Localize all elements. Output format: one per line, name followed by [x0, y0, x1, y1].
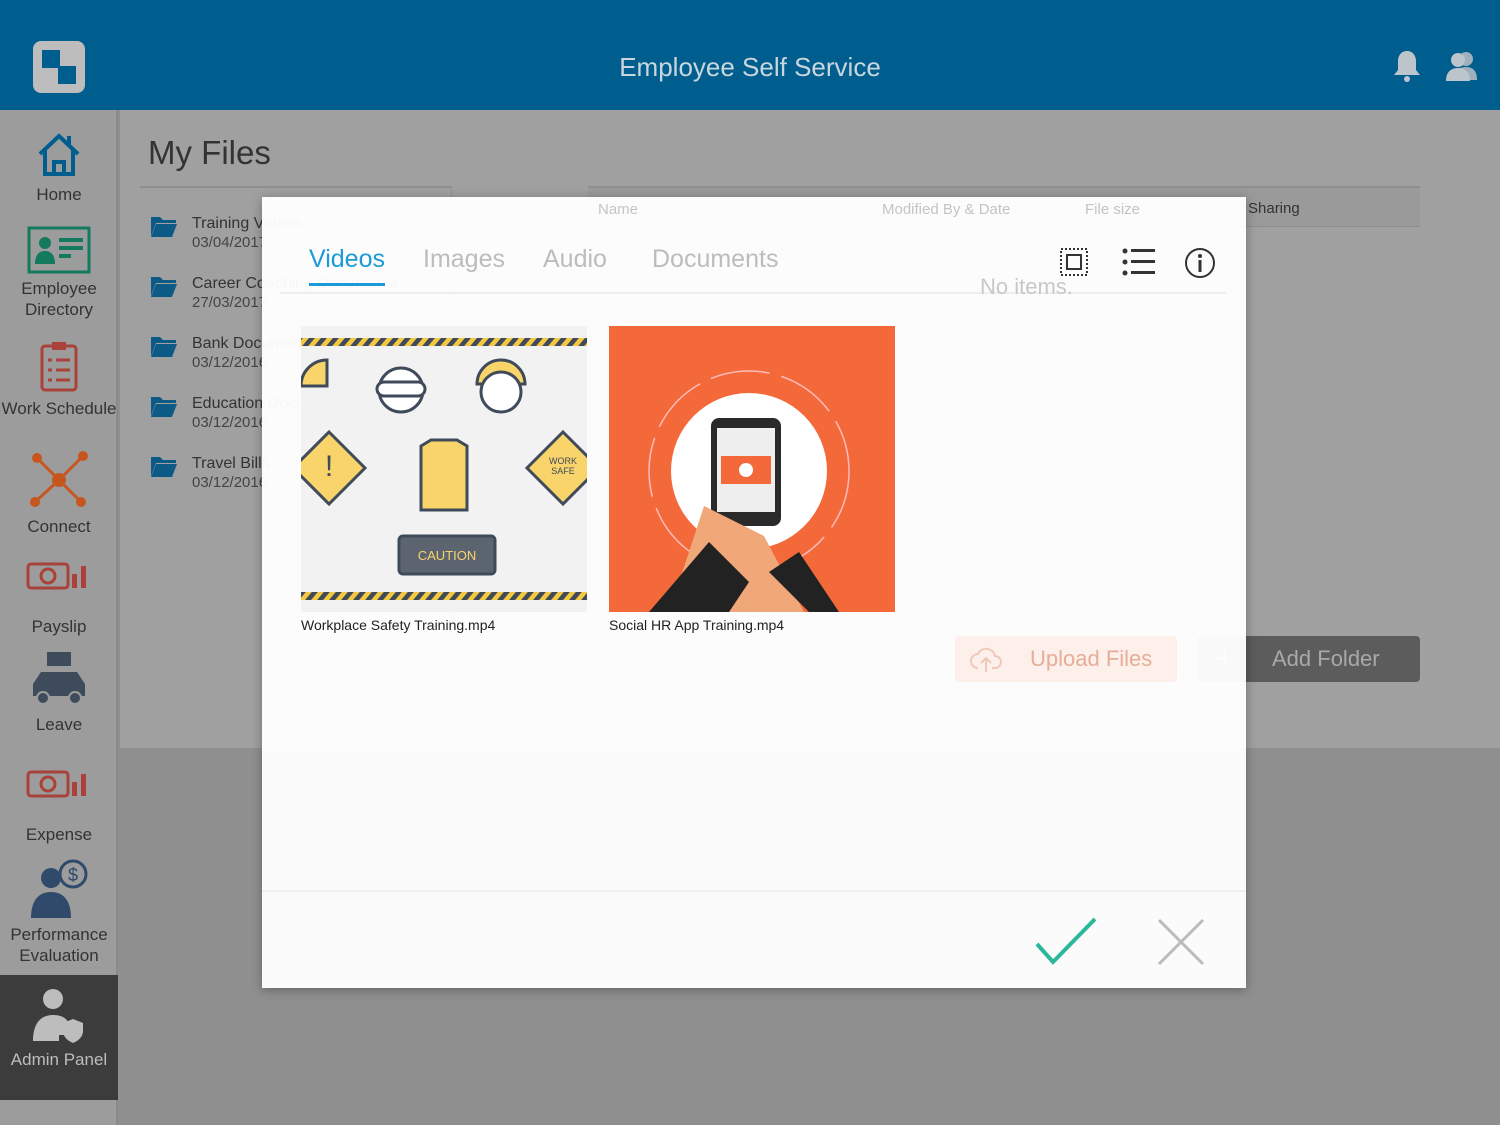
sidebar-item-performance-evaluation[interactable]: $ Performance Evaluation: [0, 856, 118, 966]
folder-icon: [151, 277, 177, 297]
sidebar-item-leave[interactable]: Leave: [0, 650, 118, 735]
cloud-upload-icon: [970, 647, 1002, 672]
video-file-name: Workplace Safety Training.mp4: [301, 617, 496, 633]
folder-item[interactable]: Career Coaching Documents27/03/2017: [150, 274, 398, 311]
car-luggage-icon: [33, 652, 85, 705]
sidebar-label: Admin Panel: [10, 1050, 108, 1069]
upload-files-button[interactable]: Upload Files: [955, 636, 1177, 682]
tab-videos[interactable]: Videos: [309, 245, 385, 286]
sidebar-label: Leave: [35, 715, 83, 734]
tab-images[interactable]: Images: [423, 245, 505, 274]
tab-audio[interactable]: Audio: [543, 245, 607, 274]
upload-files-label: Upload Files: [1030, 646, 1153, 671]
dialog-footer: [262, 890, 1246, 988]
thumb-text: WORK: [549, 456, 577, 466]
grid-view-icon[interactable]: [1059, 247, 1089, 277]
svg-text:!: !: [325, 450, 333, 483]
info-icon[interactable]: [1184, 247, 1216, 279]
video-item[interactable]: Social HR App Training.mp4: [609, 326, 895, 633]
page-title: My Files: [148, 134, 271, 171]
sidebar-item-payslip[interactable]: Payslip: [0, 556, 118, 637]
bell-icon[interactable]: [1390, 48, 1424, 84]
app-title: Employee Self Service: [619, 52, 881, 82]
folder-date: 27/03/2017: [192, 294, 268, 311]
svg-text:$: $: [68, 865, 78, 885]
sidebar-item-connect[interactable]: Connect: [0, 450, 118, 537]
folder-item[interactable]: Education Documents03/12/2016: [150, 394, 349, 431]
folder-date: 03/12/2016: [192, 354, 268, 371]
sidebar-item-employee-directory[interactable]: Employee Directory: [0, 226, 118, 320]
sidebar-label: Home: [36, 185, 82, 204]
tab-documents[interactable]: Documents: [652, 245, 778, 274]
folder-item[interactable]: Bank Documents 03/12/2016: [150, 334, 314, 371]
tab-divider: [280, 292, 1226, 294]
sidebar-label: Work Schedule: [1, 399, 117, 418]
folder-icon: [151, 337, 177, 357]
home-icon: [38, 133, 80, 176]
person-dollar-icon: $: [31, 859, 88, 918]
network-icon: [30, 451, 88, 507]
folder-icon: [151, 457, 177, 477]
sidebar-label: Payslip: [31, 617, 87, 636]
video-thumbnail: ! CAUTION WORK SAFE: [301, 326, 587, 612]
column-sharing[interactable]: Sharing: [1248, 200, 1300, 217]
money-chart-icon: [26, 562, 86, 590]
sidebar-item-admin-panel[interactable]: Admin Panel: [0, 975, 118, 1100]
folder-item[interactable]: Training Videos 03/04/2017: [150, 214, 302, 251]
folder-name: Travel Bills: [192, 455, 270, 472]
users-icon[interactable]: [1444, 48, 1478, 84]
sidebar-item-expense[interactable]: Expense: [0, 764, 118, 845]
caution-label: CAUTION: [418, 548, 477, 563]
clipboard-icon: [40, 342, 78, 392]
video-item[interactable]: ! CAUTION WORK SAFE Workplace Safety Tra…: [301, 326, 587, 633]
folder-date: 03/12/2016: [192, 414, 268, 431]
sidebar: Home Employee Directory Work Schedule Co…: [0, 110, 118, 1125]
folder-date: 03/12/2016: [192, 474, 268, 491]
sidebar-item-work-schedule[interactable]: Work Schedule: [0, 340, 118, 419]
folder-item[interactable]: Travel Bills 03/12/2016: [150, 454, 270, 491]
add-folder-label: Add Folder: [1272, 646, 1380, 671]
empty-text: No items.: [980, 274, 1073, 299]
app-header: Employee Self Service: [0, 0, 1500, 110]
confirm-check-icon[interactable]: [1034, 916, 1098, 966]
admin-shield-icon: [33, 989, 83, 1043]
video-file-name: Social HR App Training.mp4: [609, 617, 785, 633]
money-chart-icon: [26, 770, 86, 798]
id-card-icon: [27, 226, 91, 274]
column-file-size[interactable]: File size: [1085, 201, 1140, 218]
video-thumbnail: [609, 326, 895, 612]
sidebar-label: Employee Directory: [21, 279, 97, 319]
sidebar-label: Expense: [25, 825, 93, 844]
media-picker-dialog: Videos Images Audio Documents ! CAUTION: [262, 197, 1246, 988]
folder-icon: [151, 397, 177, 417]
folder-icon: [151, 217, 177, 237]
column-modified[interactable]: Modified By & Date: [882, 201, 1010, 218]
sidebar-item-home[interactable]: Home: [0, 130, 118, 205]
close-icon[interactable]: [1156, 917, 1206, 967]
column-name[interactable]: Name: [598, 201, 638, 218]
sidebar-label: Connect: [27, 517, 91, 536]
list-view-icon[interactable]: [1122, 247, 1156, 277]
sidebar-label: Performance Evaluation: [10, 925, 108, 965]
folder-date: 03/04/2017: [192, 234, 268, 251]
thumb-text: SAFE: [551, 466, 575, 476]
